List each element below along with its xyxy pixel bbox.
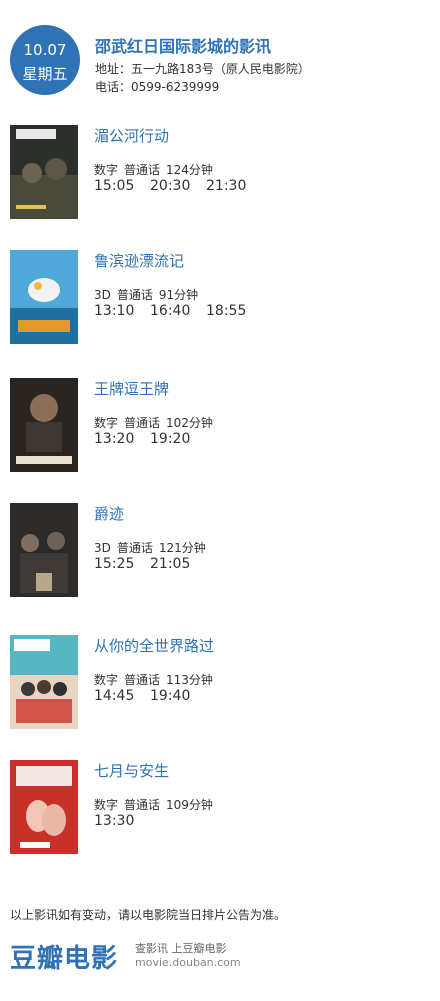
cinema-address: 地址：五一九路183号（原人民电影院） xyxy=(95,62,310,76)
showtime[interactable]: 13:20 xyxy=(94,431,150,447)
slogan-text: 查影讯 上豆瓣电影 xyxy=(135,942,227,955)
movie-format: 数字 xyxy=(94,673,119,687)
movie-item[interactable]: 鲁滨逊漂流记 3D 普通话 91分钟 13:10 16:40 18:55 xyxy=(10,250,430,354)
movie-poster[interactable] xyxy=(10,378,78,472)
movie-title[interactable]: 鲁滨逊漂流记 xyxy=(94,250,184,271)
movie-poster[interactable] xyxy=(10,503,78,597)
movie-item[interactable]: 七月与安生 数字 普通话 109分钟 13:30 xyxy=(10,760,430,864)
cinema-phone: 电话：0599-6239999 xyxy=(95,80,220,94)
showtime[interactable]: 19:40 xyxy=(150,688,206,704)
showtime[interactable]: 15:05 xyxy=(94,178,150,194)
cinema-name: 邵武红日国际影城的影讯 xyxy=(95,37,272,56)
douban-movie-logo[interactable]: 豆瓣电影 xyxy=(10,938,118,975)
showtimes: 15:25 21:05 xyxy=(94,556,206,572)
movie-meta: 数字 普通话 124分钟 xyxy=(94,161,219,178)
showtime[interactable]: 13:10 xyxy=(94,303,150,319)
movie-poster[interactable] xyxy=(10,125,78,219)
showtime[interactable]: 18:55 xyxy=(206,303,262,319)
movie-format: 3D xyxy=(94,541,111,555)
movie-language: 普通话 xyxy=(124,163,161,177)
movie-duration: 109分钟 xyxy=(166,798,213,812)
movie-title[interactable]: 湄公河行动 xyxy=(94,125,169,146)
movie-meta: 数字 普通话 102分钟 xyxy=(94,414,219,431)
movie-duration: 113分钟 xyxy=(166,673,213,687)
movie-meta: 3D 普通话 91分钟 xyxy=(94,286,204,303)
movie-meta: 3D 普通话 121分钟 xyxy=(94,539,212,556)
movie-item[interactable]: 王牌逗王牌 数字 普通话 102分钟 13:20 19:20 xyxy=(10,378,430,482)
movie-duration: 102分钟 xyxy=(166,416,213,430)
movie-title[interactable]: 王牌逗王牌 xyxy=(94,378,169,399)
movie-item[interactable]: 爵迹 3D 普通话 121分钟 15:25 21:05 xyxy=(10,503,430,607)
showtime[interactable]: 19:20 xyxy=(150,431,206,447)
movie-item[interactable]: 湄公河行动 数字 普通话 124分钟 15:05 20:30 21:30 xyxy=(10,125,430,229)
movie-language: 普通话 xyxy=(124,798,161,812)
showtime[interactable]: 20:30 xyxy=(150,178,206,194)
movie-format: 数字 xyxy=(94,416,119,430)
movie-duration: 91分钟 xyxy=(158,288,199,302)
cinema-header: 10.07 星期五 邵武红日国际影城的影讯 地址：五一九路183号（原人民电影院… xyxy=(10,25,430,105)
date-text: 10.07 xyxy=(23,41,67,59)
movie-language: 普通话 xyxy=(124,673,161,687)
showtime[interactable]: 14:45 xyxy=(94,688,150,704)
movie-duration: 124分钟 xyxy=(166,163,213,177)
movie-title[interactable]: 爵迹 xyxy=(94,503,124,524)
movie-meta: 数字 普通话 109分钟 xyxy=(94,796,219,813)
showtime[interactable]: 21:05 xyxy=(150,556,206,572)
movie-poster[interactable] xyxy=(10,635,78,729)
movie-title[interactable]: 七月与安生 xyxy=(94,760,169,781)
showtimes: 13:20 19:20 xyxy=(94,431,206,447)
date-badge: 10.07 星期五 xyxy=(10,25,80,95)
showtimes: 14:45 19:40 xyxy=(94,688,206,704)
weekday-text: 星期五 xyxy=(22,65,68,83)
showtimes: 13:30 xyxy=(94,813,150,829)
movie-format: 数字 xyxy=(94,163,119,177)
movie-duration: 121分钟 xyxy=(158,541,206,555)
movie-format: 3D xyxy=(94,288,111,302)
movie-format: 数字 xyxy=(94,798,119,812)
showtimes: 15:05 20:30 21:30 xyxy=(94,178,262,194)
showtime[interactable]: 16:40 xyxy=(150,303,206,319)
movie-poster[interactable] xyxy=(10,760,78,854)
movie-language: 普通话 xyxy=(124,416,161,430)
showtime[interactable]: 15:25 xyxy=(94,556,150,572)
movie-language: 普通话 xyxy=(116,288,153,302)
movie-language: 普通话 xyxy=(116,541,153,555)
showtime[interactable]: 13:30 xyxy=(94,813,150,829)
movie-item[interactable]: 从你的全世界路过 数字 普通话 113分钟 14:45 19:40 xyxy=(10,635,430,739)
movie-poster[interactable] xyxy=(10,250,78,344)
disclaimer-note: 以上影讯如有变动，请以电影院当日排片公告为准。 xyxy=(10,908,287,922)
showtime[interactable]: 21:30 xyxy=(206,178,262,194)
site-url[interactable]: movie.douban.com xyxy=(135,956,241,969)
showtimes: 13:10 16:40 18:55 xyxy=(94,303,262,319)
movie-meta: 数字 普通话 113分钟 xyxy=(94,671,219,688)
movie-title[interactable]: 从你的全世界路过 xyxy=(94,635,214,656)
